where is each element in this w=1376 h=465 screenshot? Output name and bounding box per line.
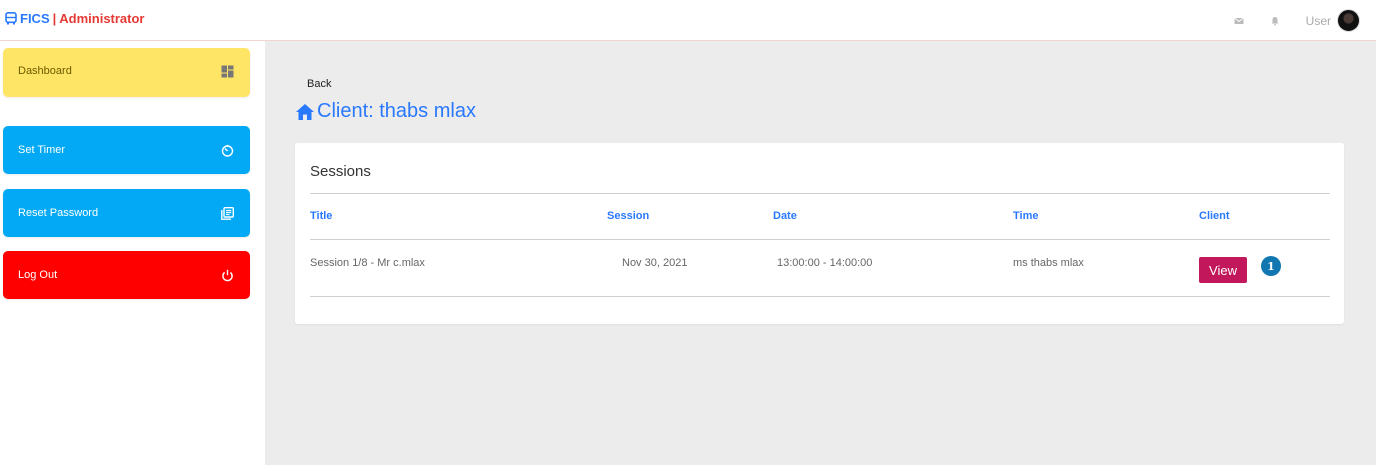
sidebar-item-dashboard[interactable]: Dashboard <box>3 48 250 97</box>
cell-title: Session 1/8 - Mr c.mlax <box>310 257 425 269</box>
timer-icon <box>221 144 234 157</box>
brand-role: Administrator <box>59 11 145 26</box>
brand-separator: | <box>52 11 57 26</box>
sessions-card: Sessions Title Session Date Time Client … <box>295 143 1344 324</box>
user-label[interactable]: User <box>1306 14 1331 28</box>
dashboard-icon <box>221 65 234 78</box>
top-navbar: FICS | Administrator User <box>0 0 1376 41</box>
divider <box>310 193 1330 194</box>
back-link[interactable]: Back <box>307 78 331 90</box>
cell-time: ms thabs mlax <box>1013 257 1084 269</box>
sidebar-item-label: Reset Password <box>18 207 99 219</box>
divider <box>310 296 1330 297</box>
page-title: Client: thabs mlax <box>295 100 476 123</box>
divider <box>310 239 1330 240</box>
page-title-text: Client: thabs mlax <box>317 100 476 122</box>
envelope-icon[interactable] <box>1233 16 1244 26</box>
library-books-icon <box>221 206 234 220</box>
count-badge: 1 <box>1261 256 1281 276</box>
column-header-time: Time <box>1013 210 1039 222</box>
brand[interactable]: FICS | Administrator <box>5 11 145 26</box>
sidebar-item-set-timer[interactable]: Set Timer <box>3 126 250 174</box>
main-content: Back Client: thabs mlax Sessions Title S… <box>265 41 1376 465</box>
view-button[interactable]: View <box>1199 257 1247 283</box>
cell-session: Nov 30, 2021 <box>622 257 688 269</box>
avatar[interactable] <box>1337 9 1360 32</box>
sidebar-item-log-out[interactable]: Log Out <box>3 251 250 299</box>
sidebar-item-label: Log Out <box>18 269 58 281</box>
bus-icon <box>5 12 17 25</box>
card-title: Sessions <box>310 163 371 180</box>
bell-icon[interactable] <box>1270 16 1280 26</box>
header-actions: User <box>1233 9 1360 32</box>
column-header-client: Client <box>1199 210 1230 222</box>
home-icon <box>296 103 314 120</box>
brand-name: FICS <box>20 11 50 26</box>
cell-date: 13:00:00 - 14:00:00 <box>777 257 873 269</box>
power-icon <box>222 269 233 281</box>
column-header-title: Title <box>310 210 333 222</box>
column-header-session: Session <box>607 210 650 222</box>
sidebar: Dashboard Set Timer Reset Password Log O… <box>0 41 265 465</box>
sidebar-item-label: Dashboard <box>18 65 72 77</box>
sidebar-item-reset-password[interactable]: Reset Password <box>3 189 250 237</box>
sidebar-item-label: Set Timer <box>18 144 66 156</box>
column-header-date: Date <box>773 210 797 222</box>
